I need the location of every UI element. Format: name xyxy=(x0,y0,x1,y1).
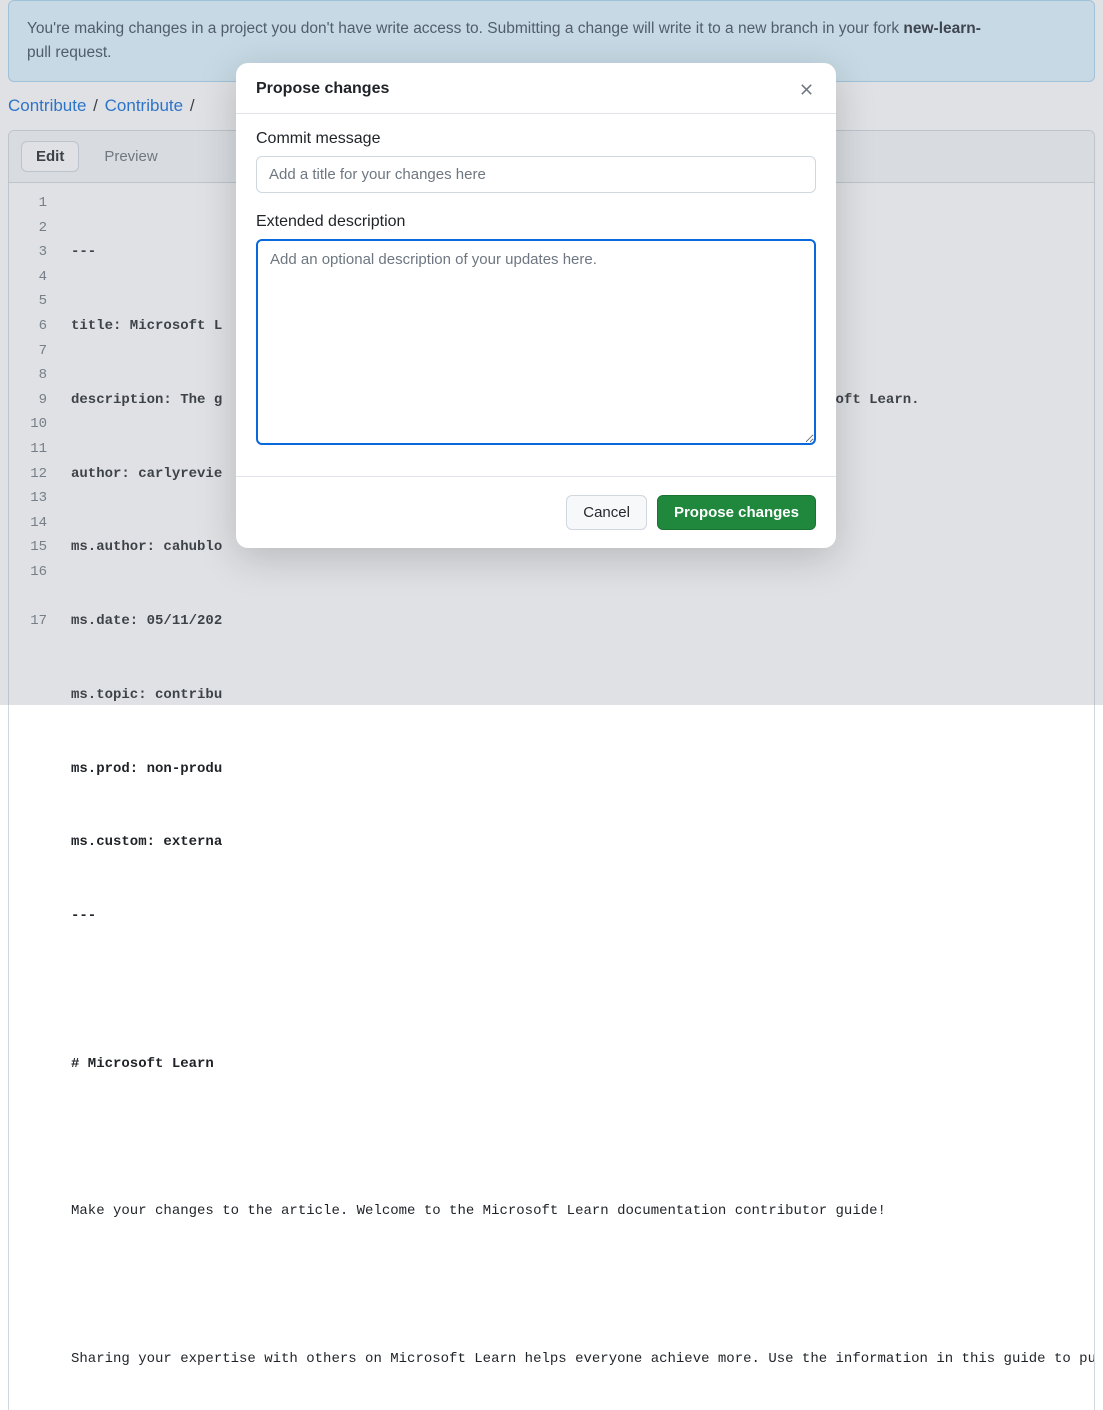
cancel-button[interactable]: Cancel xyxy=(566,495,647,530)
code-line[interactable] xyxy=(71,1273,1095,1298)
code-line[interactable] xyxy=(71,1126,1095,1151)
modal-title: Propose changes xyxy=(256,80,389,98)
modal-body: Commit message Extended description xyxy=(236,114,836,452)
code-line[interactable]: --- xyxy=(71,904,1095,929)
code-line[interactable]: # Microsoft Learn xyxy=(71,1052,1095,1077)
modal-footer: Cancel Propose changes xyxy=(236,476,836,548)
close-icon[interactable] xyxy=(796,79,816,99)
code-line[interactable]: ms.custom: externa xyxy=(71,830,1095,855)
code-line[interactable]: Make your changes to the article. Welcom… xyxy=(71,1199,1095,1224)
commit-message-label: Commit message xyxy=(256,130,816,148)
extended-description-label: Extended description xyxy=(256,213,816,231)
propose-changes-modal: Propose changes Commit message Extended … xyxy=(236,63,836,548)
code-line[interactable]: ms.prod: non-produ xyxy=(71,757,1095,782)
propose-changes-button[interactable]: Propose changes xyxy=(657,495,816,530)
commit-message-input[interactable] xyxy=(256,156,816,193)
code-line[interactable]: Sharing your expertise with others on Mi… xyxy=(71,1347,1095,1372)
code-line[interactable] xyxy=(71,978,1095,1003)
modal-header: Propose changes xyxy=(236,63,836,114)
extended-description-input[interactable] xyxy=(256,239,816,445)
